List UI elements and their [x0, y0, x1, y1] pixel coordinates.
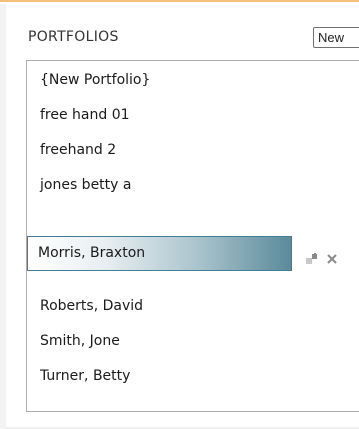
new-portfolio-button[interactable]: New	[313, 27, 359, 48]
close-icon[interactable]	[325, 251, 339, 265]
list-item[interactable]: Roberts, David	[29, 289, 291, 324]
list-item[interactable]: Turner, Betty	[29, 359, 291, 394]
list-item[interactable]: free hand 01	[29, 98, 291, 133]
panel-left-edge	[0, 4, 6, 429]
list-item[interactable]: jones betty a	[29, 168, 291, 203]
portfolios-panel: PORTFOLIOS New {New Portfolio} free hand…	[0, 0, 359, 429]
restore-icon[interactable]	[305, 251, 319, 265]
list-item-selected[interactable]: Morris, Braxton	[27, 236, 292, 271]
selected-row-actions	[305, 240, 339, 275]
list-item[interactable]: Smith, Jone	[29, 324, 291, 359]
list-item[interactable]: {New Portfolio}	[29, 63, 291, 98]
panel-title: PORTFOLIOS	[28, 29, 119, 45]
list-item[interactable]: freehand 2	[29, 133, 291, 168]
portfolio-list[interactable]: {New Portfolio} free hand 01 freehand 2 …	[26, 60, 359, 412]
